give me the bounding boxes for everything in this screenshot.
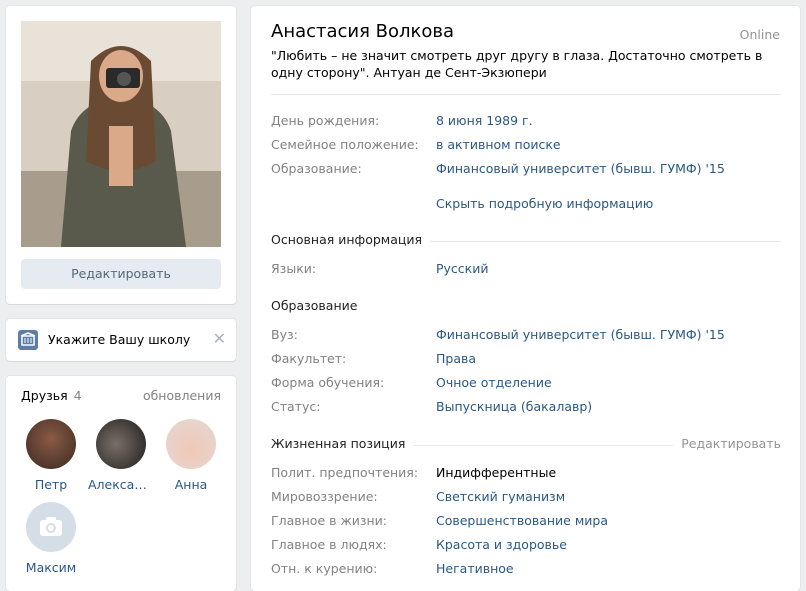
- friend-item[interactable]: Максим: [18, 502, 84, 575]
- info-row-life-main: Главное в жизни: Совершенствование мира: [271, 513, 781, 531]
- info-label: Факультет:: [271, 351, 347, 366]
- info-row-university: Вуз: Финансовый университет (бывш. ГУМФ)…: [271, 327, 781, 345]
- profile-info-card: Анастасия Волкова Online "Любить – не зн…: [251, 6, 800, 591]
- info-row-relationship: Семейное положение: в активном поиске: [271, 137, 781, 155]
- info-value-link[interactable]: Негативное: [436, 561, 514, 576]
- edit-section-link[interactable]: Редактировать: [673, 436, 781, 451]
- friend-name: Анна: [174, 477, 208, 492]
- divider: [271, 94, 781, 95]
- section-title: Жизненная позиция: [271, 436, 414, 451]
- school-prompt-label[interactable]: Укажите Вашу школу: [48, 332, 190, 347]
- friend-name: Александ...: [88, 477, 154, 492]
- friend-item[interactable]: Александ...: [88, 419, 154, 492]
- info-row-languages: Языки: Русский: [271, 261, 781, 279]
- info-value: Индифферентные: [436, 465, 557, 480]
- info-label: Языки:: [271, 261, 317, 276]
- info-label: Главное в жизни:: [271, 513, 388, 528]
- info-value-link[interactable]: Светский гуманизм: [436, 489, 565, 504]
- info-value-link[interactable]: Совершенствование мира: [436, 513, 608, 528]
- friend-name: Петр: [34, 477, 68, 492]
- profile-name: Анастасия Волкова: [271, 21, 455, 42]
- info-value-link[interactable]: Очное отделение: [436, 375, 552, 390]
- profile-status-text[interactable]: "Любить – не значит смотреть друг другу …: [271, 48, 771, 81]
- close-icon[interactable]: ✕: [213, 329, 226, 348]
- info-label: Форма обучения:: [271, 375, 385, 390]
- section-main-info: Основная информация: [271, 232, 781, 250]
- info-row-politics: Полит. предпочтения: Индифферентные: [271, 465, 781, 483]
- friends-title-label: Друзья: [21, 388, 68, 403]
- avatar-card: Редактировать: [6, 6, 236, 304]
- info-value-link[interactable]: Права: [436, 351, 476, 366]
- info-value-link[interactable]: в активном поиске: [436, 137, 561, 152]
- friend-avatar: [26, 419, 76, 469]
- friend-avatar: [26, 502, 76, 552]
- section-life-position: Жизненная позиция Редактировать: [271, 436, 781, 454]
- hide-details-link[interactable]: Скрыть подробную информацию: [436, 196, 653, 211]
- friend-item[interactable]: Петр: [18, 419, 84, 492]
- friends-count: 4: [73, 388, 82, 403]
- info-label: Мировоззрение:: [271, 489, 378, 504]
- info-row-birthday: День рождения: 8 июня 1989 г.: [271, 113, 781, 131]
- info-row-study-form: Форма обучения: Очное отделение: [271, 375, 781, 393]
- info-row-smoking: Отн. к курению: Негативное: [271, 561, 781, 579]
- info-label: День рождения:: [271, 113, 380, 128]
- friends-card: Друзья 4 обновления Петр Александ... Анна…: [6, 376, 236, 591]
- info-row-status: Статус: Выпускница (бакалавр): [271, 399, 781, 417]
- info-value-link[interactable]: Красота и здоровье: [436, 537, 567, 552]
- online-status: Online: [739, 27, 780, 42]
- friend-item[interactable]: Анна: [158, 419, 224, 492]
- section-education: Образование: [271, 298, 781, 316]
- info-row-people-main: Главное в людях: Красота и здоровье: [271, 537, 781, 555]
- info-row-worldview: Мировоззрение: Светский гуманизм: [271, 489, 781, 507]
- info-label: Вуз:: [271, 327, 298, 342]
- info-label: Отн. к курению:: [271, 561, 378, 576]
- info-value-link[interactable]: Выпускница (бакалавр): [436, 399, 592, 414]
- info-label: Образование:: [271, 161, 362, 176]
- section-title: Образование: [271, 298, 366, 313]
- school-prompt-card[interactable]: Укажите Вашу школу ✕: [6, 319, 236, 361]
- info-value-link[interactable]: Финансовый университет (бывш. ГУМФ) '15: [436, 161, 725, 176]
- camera-icon: [40, 517, 62, 536]
- friends-updates-link[interactable]: обновления: [143, 388, 221, 403]
- info-value-link[interactable]: 8 июня 1989 г.: [436, 113, 533, 128]
- edit-profile-button[interactable]: Редактировать: [21, 259, 221, 289]
- info-row-education: Образование: Финансовый университет (быв…: [271, 161, 781, 179]
- friend-name: Максим: [25, 560, 77, 575]
- info-label: Полит. предпочтения:: [271, 465, 419, 480]
- info-value-link[interactable]: Русский: [436, 261, 488, 276]
- friends-title[interactable]: Друзья 4: [21, 388, 82, 403]
- info-value-link[interactable]: Финансовый университет (бывш. ГУМФ) '15: [436, 327, 725, 342]
- info-row-faculty: Факультет: Права: [271, 351, 781, 369]
- info-label: Семейное положение:: [271, 137, 419, 152]
- school-icon: [18, 330, 38, 350]
- info-label: Статус:: [271, 399, 321, 414]
- info-label: Главное в людях:: [271, 537, 387, 552]
- section-title: Основная информация: [271, 232, 431, 247]
- friend-avatar: [96, 419, 146, 469]
- profile-photo[interactable]: [21, 21, 221, 247]
- friend-avatar: [166, 419, 216, 469]
